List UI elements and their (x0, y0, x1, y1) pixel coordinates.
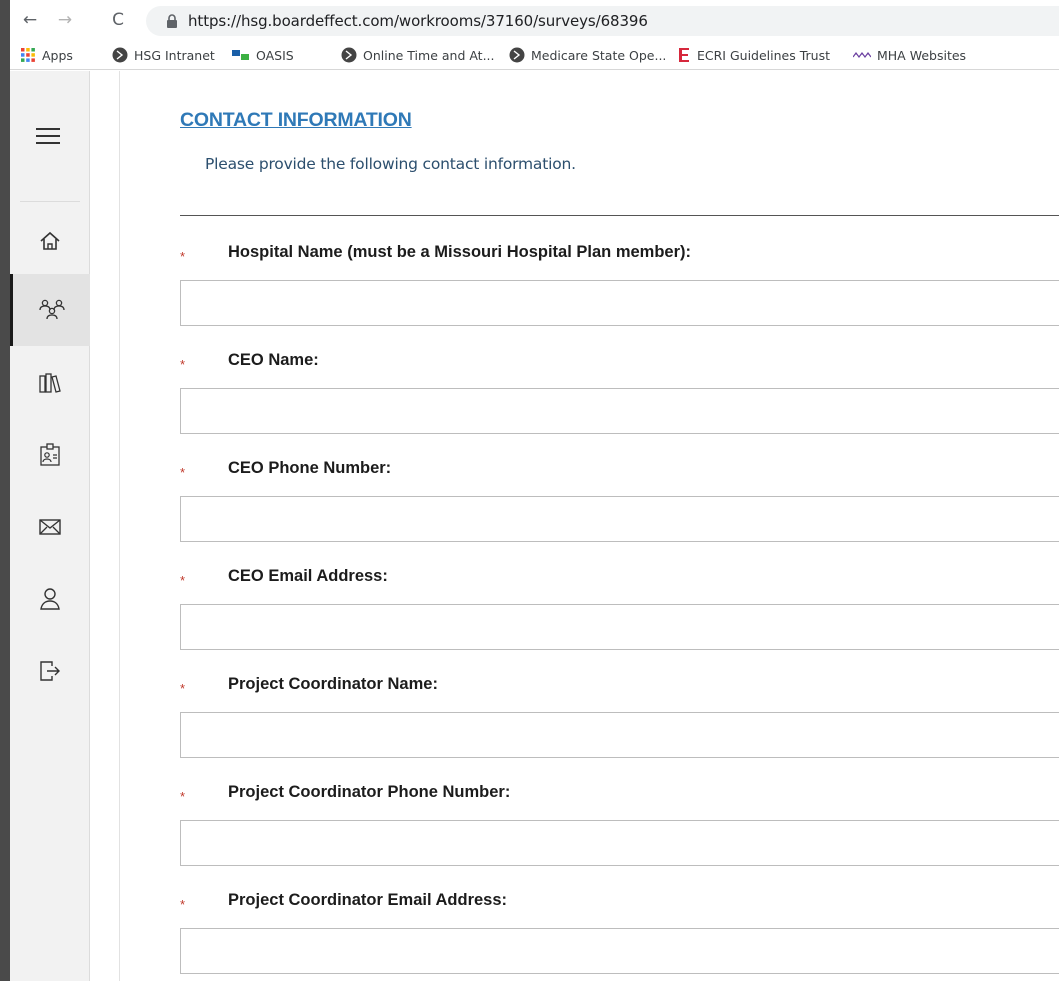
field-label: CEO Email Address: (228, 567, 388, 585)
required-marker: * (180, 465, 186, 480)
sidebar-item-profile[interactable] (10, 563, 90, 635)
field-label: Project Coordinator Name: (228, 675, 438, 693)
group-icon (38, 299, 65, 320)
apps-grid-icon (21, 48, 35, 62)
books-icon (39, 373, 61, 393)
field-coordinator-name: * Project Coordinator Name: (180, 675, 1059, 775)
bookmark-medicare[interactable]: Medicare State Ope... (509, 46, 666, 64)
bookmark-label: Online Time and At... (363, 47, 495, 63)
sidebar-item-messages[interactable] (10, 491, 90, 563)
browser-toolbar: ← → C https://hsg.boardeffect.com/workro… (10, 0, 1059, 40)
field-ceo-name: * CEO Name: (180, 351, 1059, 451)
bookmark-ecri[interactable]: ECRI Guidelines Trust (677, 46, 830, 64)
app-sidebar (10, 71, 90, 981)
bookmark-label: HSG Intranet (134, 47, 215, 63)
browser-window: ← → C https://hsg.boardeffect.com/workro… (10, 0, 1059, 981)
bookmarks-bar: Apps HSG Intranet OASIS Online Time and … (10, 40, 1059, 70)
oasis-logo-icon (232, 50, 249, 60)
globe-icon (509, 47, 525, 63)
field-label: Hospital Name (must be a Missouri Hospit… (228, 243, 692, 261)
field-label: CEO Name: (228, 351, 319, 369)
required-marker: * (180, 897, 186, 912)
field-coordinator-phone: * Project Coordinator Phone Number: (180, 783, 1059, 883)
coordinator-email-input[interactable] (180, 928, 1059, 974)
sidebar-item-home[interactable] (10, 205, 90, 277)
contact-card-icon (40, 443, 60, 466)
ceo-phone-input[interactable] (180, 496, 1059, 542)
bookmark-label: Apps (42, 47, 73, 63)
globe-icon (341, 47, 357, 63)
required-marker: * (180, 357, 186, 372)
back-button[interactable]: ← (20, 10, 40, 30)
section-title[interactable]: CONTACT INFORMATION (180, 109, 412, 132)
field-ceo-email: * CEO Email Address: (180, 567, 1059, 667)
field-coordinator-email: * Project Coordinator Email Address: (180, 891, 1059, 981)
reload-button[interactable]: C (108, 10, 128, 30)
field-label: Project Coordinator Phone Number: (228, 783, 511, 801)
globe-icon (112, 47, 128, 63)
ceo-name-input[interactable] (180, 388, 1059, 434)
mha-logo-icon (853, 52, 871, 58)
bookmark-label: ECRI Guidelines Trust (697, 47, 830, 63)
bookmark-label: OASIS (256, 47, 294, 63)
bookmark-label: Medicare State Ope... (531, 47, 667, 63)
required-marker: * (180, 573, 186, 588)
sidebar-item-workrooms[interactable] (10, 274, 90, 346)
logout-icon (40, 661, 60, 681)
hospital-name-input[interactable] (180, 280, 1059, 326)
forward-button[interactable]: → (55, 10, 75, 30)
content-gutter (90, 71, 120, 981)
field-ceo-phone: * CEO Phone Number: (180, 459, 1059, 559)
sidebar-divider (20, 201, 80, 202)
required-marker: * (180, 789, 186, 804)
section-divider (180, 215, 1059, 216)
coordinator-phone-input[interactable] (180, 820, 1059, 866)
field-hospital-name: * Hospital Name (must be a Missouri Hosp… (180, 243, 1059, 343)
section-description: Please provide the following contact inf… (205, 155, 576, 173)
required-marker: * (180, 249, 186, 264)
field-label: Project Coordinator Email Address: (228, 891, 508, 909)
sidebar-item-logout[interactable] (10, 635, 90, 707)
required-marker: * (180, 681, 186, 696)
hamburger-menu-icon[interactable] (36, 126, 60, 146)
ceo-email-input[interactable] (180, 604, 1059, 650)
bookmark-oasis[interactable]: OASIS (232, 46, 294, 64)
field-label: CEO Phone Number: (228, 459, 392, 477)
address-bar[interactable]: https://hsg.boardeffect.com/workrooms/37… (146, 6, 1059, 36)
survey-form: CONTACT INFORMATION Please provide the f… (121, 71, 1059, 981)
bookmark-label: MHA Websites (877, 47, 967, 63)
ecri-logo-icon (679, 48, 689, 62)
bookmark-mha[interactable]: MHA Websites (853, 46, 966, 64)
bookmark-apps[interactable]: Apps (20, 46, 73, 64)
envelope-icon (39, 519, 61, 535)
coordinator-name-input[interactable] (180, 712, 1059, 758)
user-icon (40, 588, 60, 610)
bookmark-hsg-intranet[interactable]: HSG Intranet (112, 46, 215, 64)
sidebar-item-library[interactable] (10, 347, 90, 419)
lock-icon (167, 14, 177, 28)
window-shadow-edge (0, 0, 10, 981)
url-text[interactable]: https://hsg.boardeffect.com/workrooms/37… (188, 12, 648, 30)
sidebar-item-directory[interactable] (10, 419, 90, 491)
bookmark-online-time[interactable]: Online Time and At... (341, 46, 495, 64)
home-icon (40, 231, 60, 250)
